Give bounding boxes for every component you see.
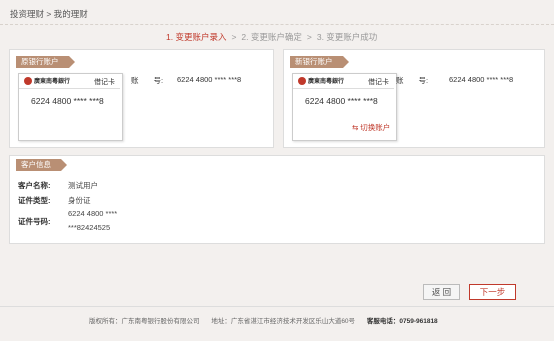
next-button[interactable]: 下一步	[469, 284, 516, 300]
card-header: 廣東南粵銀行 借记卡	[19, 74, 120, 89]
back-button[interactable]: 返 回	[423, 284, 460, 300]
step-1: 1. 变更账户录入	[166, 32, 227, 42]
id-type-row: 证件类型: 身份证	[18, 195, 91, 206]
switch-arrow-icon: ⇆	[352, 123, 359, 132]
footer-phone-label: 客服电话：	[366, 318, 400, 325]
card-type: 借记卡	[368, 79, 389, 86]
divider	[0, 24, 554, 25]
account-number: 6224 4800 **** ***8	[177, 75, 242, 84]
id-number-value-line2: ***82424525	[68, 223, 111, 232]
old-account-tag: 原银行账户	[16, 56, 74, 68]
card-header: 廣東南粵銀行 借记卡	[293, 74, 394, 89]
new-bank-card[interactable]: 廣東南粵銀行 借记卡 6224 4800 **** ***8 ⇆ 切换账户	[292, 73, 397, 141]
step-separator: >	[231, 32, 237, 42]
switch-account-link[interactable]: ⇆ 切换账户	[352, 122, 390, 133]
new-account-panel: 新银行账户 廣東南粵銀行 借记卡 6224 4800 **** ***8 ⇆ 切换…	[283, 49, 545, 148]
old-bank-card: 廣東南粵銀行 借记卡 6224 4800 **** ***8	[18, 73, 123, 141]
customer-name-row: 客户名称: 测试用户	[18, 180, 98, 191]
switch-account-label: 切换账户	[360, 123, 391, 132]
id-number-row: 证件号码: 6224 4800 **** ***82424525	[18, 209, 117, 232]
footer-phone: 0759-961818	[399, 318, 438, 325]
card-number: 6224 4800 **** ***8	[305, 96, 378, 106]
breadcrumb: 投资理财 > 我的理财	[10, 9, 88, 19]
new-account-tag: 新银行账户	[290, 56, 348, 68]
footer-copyright: 版权所有：广东南粤银行股份有限公司	[89, 318, 200, 325]
footer-divider	[0, 306, 554, 307]
account-label: 账 号:	[131, 76, 164, 85]
customer-info-panel: 客户信息 客户名称: 测试用户 证件类型: 身份证 证件号码: 6224 480…	[9, 155, 545, 244]
id-type-label: 证件类型:	[18, 196, 51, 205]
bank-logo-icon	[24, 77, 32, 85]
footer: 版权所有：广东南粤银行股份有限公司 地址：广东省湛江市经济技术开发区乐山大道60…	[89, 315, 438, 325]
customer-name-label: 客户名称:	[18, 181, 51, 190]
bank-logo-icon	[298, 77, 306, 85]
step-3: 3. 变更账户成功	[316, 32, 378, 42]
account-label: 账 号:	[396, 76, 429, 85]
bank-name: 廣東南粵銀行	[34, 79, 71, 85]
id-number-label: 证件号码:	[18, 217, 51, 226]
card-type: 借记卡	[94, 79, 115, 86]
footer-address: 地址：广东省湛江市经济技术开发区乐山大道60号	[211, 318, 356, 325]
step-indicator: 1. 变更账户录入 >2. 变更账户确定 >3. 变更账户成功	[166, 31, 377, 43]
id-type-value: 身份证	[68, 196, 91, 205]
bank-name: 廣東南粵銀行	[308, 79, 345, 85]
customer-name-value: 测试用户	[68, 181, 98, 190]
step-separator: >	[306, 32, 312, 42]
step-2: 2. 变更账户确定	[241, 32, 302, 42]
id-number-value-line1: 6224 4800 ****	[68, 209, 118, 218]
customer-info-tag: 客户信息	[16, 159, 67, 171]
card-number: 6224 4800 **** ***8	[31, 96, 104, 106]
account-number: 6224 4800 **** ***8	[449, 75, 514, 84]
old-account-panel: 原银行账户 廣東南粵銀行 借记卡 6224 4800 **** ***8 账 号…	[9, 49, 274, 148]
